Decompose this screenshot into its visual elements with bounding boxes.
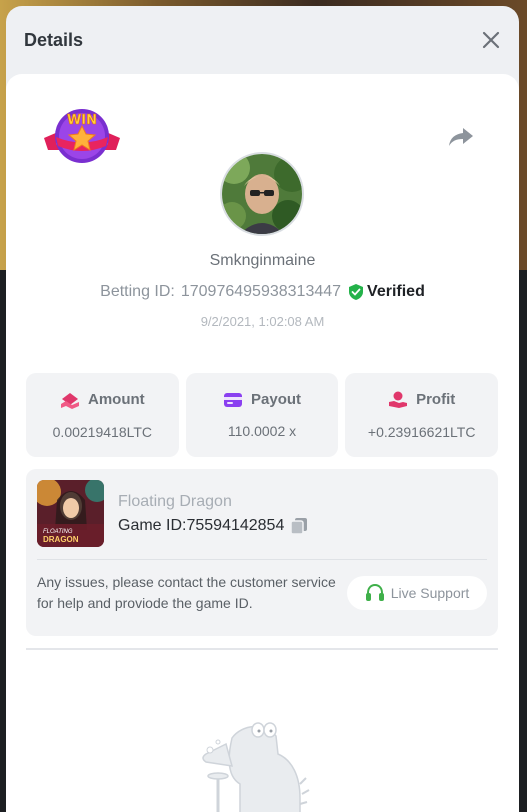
copy-icon[interactable] xyxy=(290,517,308,535)
crocodile-mascot-illustration xyxy=(202,722,310,812)
game-thumbnail-art: FLOATING DRAGON xyxy=(37,480,104,547)
game-id-label: Game ID: xyxy=(118,517,187,534)
share-icon[interactable] xyxy=(448,126,474,148)
live-support-button[interactable]: Live Support xyxy=(347,576,487,610)
thumbnail-title-line2: DRAGON xyxy=(43,535,79,544)
headset-icon xyxy=(365,584,384,601)
card-icon xyxy=(224,392,242,407)
stat-profit: Profit +0.23916621LTC xyxy=(345,373,499,457)
game-panel-divider xyxy=(37,559,487,560)
game-id-value: 75594142854 xyxy=(186,517,285,534)
betting-id-value: 170976495938313447 xyxy=(180,283,342,300)
game-id-row: Game ID: 75594142854 xyxy=(118,517,308,535)
betting-id-label: Betting ID: xyxy=(100,283,175,300)
stat-amount: Amount 0.00219418LTC xyxy=(26,373,179,457)
username: Smknginmaine xyxy=(209,252,316,269)
stat-payout-value: 110.0002 x xyxy=(227,423,297,439)
stat-amount-label: Amount xyxy=(88,391,145,408)
section-divider xyxy=(26,648,498,650)
stats-row: Amount 0.00219418LTC Payout 110.0002 x P… xyxy=(26,373,499,457)
verified-shield-icon xyxy=(349,284,364,300)
avatar xyxy=(220,152,304,236)
stat-profit-label: Profit xyxy=(416,391,456,408)
game-panel: FLOATING DRAGON Floating Dragon Game ID:… xyxy=(26,469,498,636)
bet-details-card: WIN Smknginmaine Betting ID: 17097649593… xyxy=(6,74,519,812)
modal-header: Details xyxy=(6,6,519,74)
win-badge-text: WIN xyxy=(67,113,97,128)
amount-icon xyxy=(61,392,79,409)
modal-title: Details xyxy=(24,29,84,50)
avatar-photo xyxy=(222,154,302,234)
game-thumbnail[interactable]: FLOATING DRAGON xyxy=(37,480,104,547)
game-name[interactable]: Floating Dragon xyxy=(118,493,232,511)
stat-profit-value: +0.23916621LTC xyxy=(367,423,476,440)
profit-hand-icon xyxy=(389,391,408,408)
stat-payout: Payout 110.0002 x xyxy=(185,373,339,457)
support-message: Any issues, please contact the customer … xyxy=(37,574,336,611)
betting-id-row: Betting ID: 170976495938313447 Verified xyxy=(6,283,519,301)
stat-payout-label: Payout xyxy=(251,391,302,408)
win-badge: WIN xyxy=(44,109,120,163)
verified-badge: Verified xyxy=(349,283,425,301)
verified-label: Verified xyxy=(367,283,425,300)
stat-amount-value: 0.00219418LTC xyxy=(52,423,153,440)
live-support-label: Live Support xyxy=(390,585,470,601)
bet-timestamp: 9/2/2021, 1:02:08 AM xyxy=(200,314,325,329)
details-modal: Details WIN Smknginmaine Betting ID: 170… xyxy=(6,6,519,812)
close-icon[interactable] xyxy=(481,30,501,50)
